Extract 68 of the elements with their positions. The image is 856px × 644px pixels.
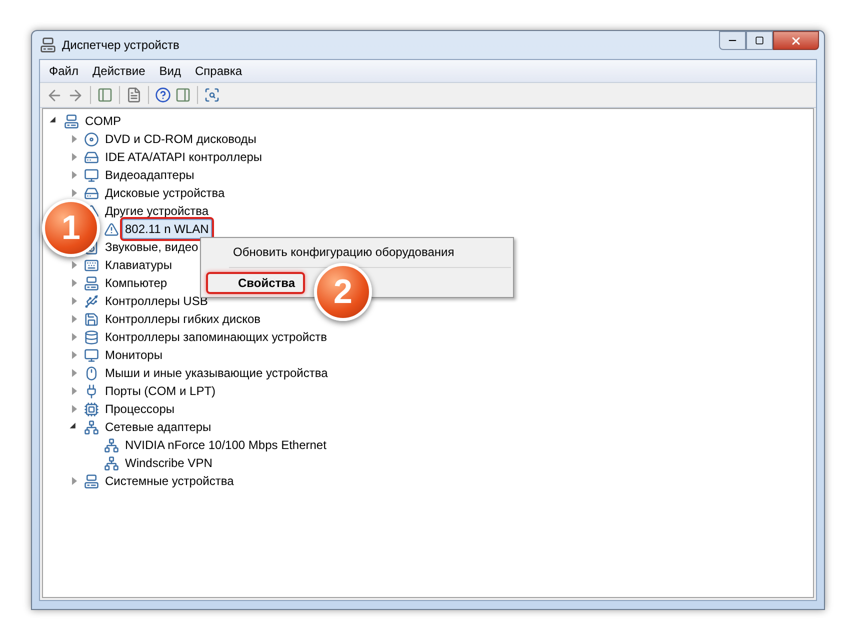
- expand-arrow-icon[interactable]: [72, 153, 76, 161]
- expand-arrow-icon[interactable]: [72, 279, 76, 287]
- expand-arrow-icon[interactable]: [72, 369, 76, 377]
- menu-item[interactable]: Файл: [49, 62, 79, 80]
- document-icon[interactable]: [126, 87, 142, 103]
- close-icon: [790, 34, 802, 46]
- tree-item[interactable]: Windscribe VPN: [122, 453, 216, 473]
- tree-item[interactable]: Клавиатуры: [102, 255, 175, 275]
- tree-item[interactable]: Сетевые адаптеры: [102, 417, 214, 437]
- expand-arrow-icon[interactable]: [72, 387, 76, 395]
- maximize-icon: [755, 36, 764, 45]
- tree-item[interactable]: NVIDIA nForce 10/100 Mbps Ethernet: [122, 435, 330, 455]
- disc-icon: [84, 132, 99, 146]
- expand-arrow-icon[interactable]: [72, 297, 76, 305]
- monitor-icon: [84, 168, 99, 182]
- mouse-icon: [84, 366, 99, 380]
- tree-item[interactable]: Компьютер: [102, 273, 170, 293]
- tree-item[interactable]: Мониторы: [102, 345, 166, 365]
- expand-arrow-icon[interactable]: [72, 135, 76, 143]
- keyboard-icon: [84, 258, 99, 272]
- tree-item[interactable]: Мыши и иные указывающие устройства: [102, 363, 331, 383]
- tree-item[interactable]: IDE ATA/ATAPI контроллеры: [102, 147, 266, 167]
- expand-arrow-icon[interactable]: [72, 171, 76, 179]
- chip-icon: [84, 402, 99, 416]
- tree-item[interactable]: 802.11 n WLAN: [122, 219, 212, 239]
- tree-item[interactable]: Дисковые устройства: [102, 183, 228, 203]
- usb-icon: [84, 294, 99, 308]
- window-title: Диспетчер устройств: [62, 37, 180, 54]
- drive-icon: [84, 150, 99, 164]
- plug-icon: [84, 384, 99, 398]
- expand-arrow-icon[interactable]: [72, 351, 76, 359]
- tree-item[interactable]: Контроллеры гибких дисков: [102, 309, 264, 329]
- tree-item[interactable]: DVD и CD-ROM дисководы: [102, 129, 260, 149]
- tree-item[interactable]: Другие устройства: [102, 201, 212, 221]
- panel-icon[interactable]: [175, 87, 191, 103]
- panel-icon[interactable]: [97, 87, 113, 103]
- context-menu-item[interactable]: Обновить конфигурацию оборудования: [203, 241, 484, 263]
- computer-icon: [64, 114, 79, 128]
- computer-icon: [84, 474, 99, 488]
- computer-icon: [84, 276, 99, 290]
- monitor-icon: [84, 348, 99, 362]
- expand-arrow-icon[interactable]: [72, 477, 76, 485]
- drive-icon: [84, 186, 99, 200]
- menu-item[interactable]: Справка: [195, 62, 242, 80]
- tree-item[interactable]: Процессоры: [102, 399, 178, 419]
- tree-item[interactable]: Контроллеры запоминающих устройств: [102, 327, 330, 347]
- floppy-icon: [84, 312, 99, 326]
- menu-item[interactable]: Вид: [159, 62, 181, 80]
- network-icon: [84, 420, 99, 434]
- tree-item[interactable]: Звуковые, видео: [102, 237, 202, 257]
- tree-item[interactable]: Порты (COM и LPT): [102, 381, 219, 401]
- expand-arrow-icon[interactable]: [72, 315, 76, 323]
- expand-arrow-icon[interactable]: [72, 333, 76, 341]
- scan-icon[interactable]: [204, 87, 220, 103]
- expand-arrow-icon[interactable]: [72, 405, 76, 413]
- storage-icon: [84, 330, 99, 344]
- menu-item[interactable]: Действие: [92, 62, 146, 80]
- context-menu-item[interactable]: Свойства: [206, 272, 306, 294]
- app-icon: [40, 37, 56, 53]
- maximize-button[interactable]: [746, 31, 773, 50]
- tree-item[interactable]: Видеоадаптеры: [102, 165, 198, 185]
- tree-item[interactable]: Системные устройства: [102, 471, 237, 491]
- network-icon: [104, 438, 119, 452]
- tree-item[interactable]: COMP: [82, 111, 124, 131]
- warning-icon: [104, 222, 119, 236]
- help-icon[interactable]: [155, 87, 171, 103]
- close-button[interactable]: [773, 31, 819, 50]
- network-icon: [104, 456, 119, 470]
